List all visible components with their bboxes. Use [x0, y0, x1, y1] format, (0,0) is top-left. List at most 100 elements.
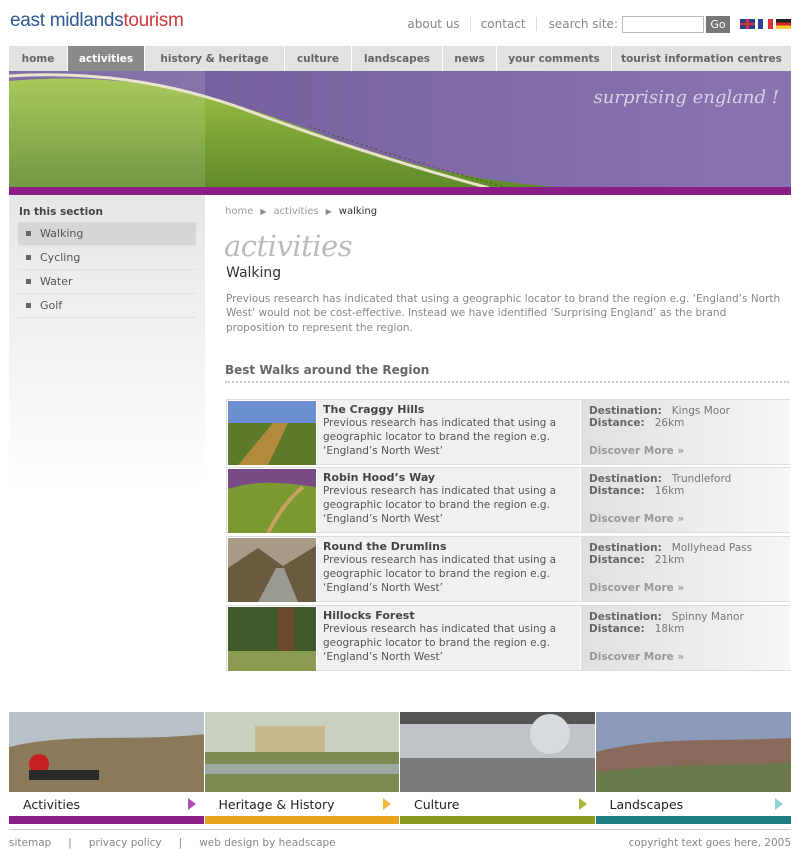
footer-privacy-link[interactable]: privacy policy — [89, 837, 179, 849]
arrow-right-icon — [187, 798, 196, 810]
footer-webdesign-link[interactable]: web design by headscape — [199, 837, 352, 849]
arrow-right-icon — [383, 798, 391, 810]
page: east midlandstourism about us contact se… — [0, 0, 801, 864]
double-chevron-icon: » — [677, 651, 685, 663]
destination-label: Destination: — [589, 473, 662, 485]
go-button[interactable]: Go — [706, 15, 730, 33]
tab-your-comments[interactable]: your comments — [497, 46, 612, 71]
card-image — [204, 712, 399, 792]
sidebar-item-water[interactable]: Water — [18, 270, 196, 294]
breadcrumb-arrow-icon: ▶ — [325, 207, 332, 216]
tab-landscapes[interactable]: landscapes — [352, 46, 443, 71]
card-label: Activities — [23, 796, 81, 812]
distance-value: 26km — [654, 417, 685, 429]
distance-label: Distance: — [589, 554, 645, 566]
sidebar-item-cycling[interactable]: Cycling — [18, 246, 196, 270]
germany-flag-icon[interactable] — [776, 19, 791, 29]
tab-history-heritage[interactable]: history & heritage — [145, 46, 285, 71]
walk-description: Previous research has indicated that usi… — [323, 554, 557, 594]
walk-thumbnail[interactable] — [228, 401, 316, 465]
footer-separator: | — [178, 836, 183, 849]
walk-thumbnail[interactable] — [228, 538, 316, 602]
walk-item: Round the Drumlins Previous research has… — [226, 536, 790, 602]
tab-tourist-information-centres[interactable]: tourist information centres — [612, 46, 791, 71]
destination-value: Kings Moor — [671, 405, 730, 417]
double-chevron-icon: » — [677, 582, 685, 594]
tab-activities[interactable]: activities — [68, 46, 145, 71]
card-label: Heritage & History — [218, 796, 335, 812]
category-cards: Activities Heritage & History Culture La… — [9, 712, 791, 824]
double-chevron-icon: » — [677, 513, 685, 525]
card-image — [400, 712, 595, 792]
card-culture[interactable]: Culture — [400, 712, 596, 824]
discover-more-label: Discover More — [589, 445, 674, 457]
card-landscapes[interactable]: Landscapes — [595, 712, 791, 824]
breadcrumb-home[interactable]: home — [225, 206, 253, 217]
discover-more-link[interactable]: Discover More » — [589, 445, 684, 457]
destination-label: Destination: — [589, 611, 662, 623]
breadcrumb-arrow-icon: ▶ — [260, 207, 267, 216]
walk-name[interactable]: Hillocks Forest — [323, 609, 580, 622]
distance-value: 16km — [654, 485, 685, 497]
footer-copyright: copyright text goes here, 2005 — [628, 836, 791, 849]
card-stripe — [204, 816, 399, 824]
card-label: Culture — [414, 796, 460, 812]
arrow-right-icon — [775, 798, 783, 810]
discover-more-link[interactable]: Discover More » — [589, 651, 684, 663]
france-flag-icon[interactable] — [758, 19, 773, 29]
walk-thumbnail[interactable] — [228, 607, 316, 671]
walk-description: Previous research has indicated that usi… — [323, 417, 557, 457]
tab-culture[interactable]: culture — [285, 46, 352, 71]
bullet-icon — [26, 279, 31, 284]
walk-description: Previous research has indicated that usi… — [323, 623, 557, 663]
sidebar-item-walking[interactable]: Walking — [18, 222, 196, 246]
card-stripe — [9, 816, 204, 824]
walk-name[interactable]: The Craggy Hills — [323, 403, 580, 416]
page-title: Walking — [226, 265, 282, 281]
destination-label: Destination: — [589, 405, 662, 417]
walk-item: Hillocks Forest Previous research has in… — [226, 605, 790, 671]
site-logo[interactable]: east midlandstourism — [10, 10, 184, 32]
distance-value: 21km — [654, 554, 685, 566]
discover-more-link[interactable]: Discover More » — [589, 582, 684, 594]
footer-sitemap-link[interactable]: sitemap — [9, 837, 68, 849]
intro-paragraph: Previous research has indicated that usi… — [226, 293, 781, 334]
walk-name[interactable]: Round the Drumlins — [323, 540, 580, 553]
card-activities[interactable]: Activities — [9, 712, 205, 824]
discover-more-link[interactable]: Discover More » — [589, 513, 684, 525]
logo-text-east-midlands: east midlands — [10, 10, 124, 31]
walk-name[interactable]: Robin Hood’s Way — [323, 471, 580, 484]
sidebar-item-label: Water — [40, 275, 73, 288]
walk-thumbnail[interactable] — [228, 469, 316, 533]
logo-text-tourism: tourism — [123, 10, 184, 31]
about-us-link[interactable]: about us — [397, 17, 471, 31]
destination-value: Spinny Manor — [671, 611, 744, 623]
uk-flag-icon[interactable] — [740, 19, 755, 29]
walk-item: The Craggy Hills Previous research has i… — [226, 399, 790, 465]
footer-separator: | — [68, 836, 72, 849]
search-label: search site: — [548, 17, 618, 31]
main-nav: home activities history & heritage cultu… — [9, 46, 791, 71]
card-image — [9, 712, 204, 792]
discover-more-label: Discover More — [589, 651, 674, 663]
card-image — [595, 712, 791, 792]
language-flags — [740, 19, 791, 29]
banner-tagline: surprising england ! — [593, 87, 779, 108]
breadcrumb-current: walking — [338, 206, 378, 217]
sidebar-item-golf[interactable]: Golf — [18, 294, 196, 318]
tab-news[interactable]: news — [443, 46, 497, 71]
search-input[interactable] — [622, 15, 704, 33]
card-heritage-history[interactable]: Heritage & History — [204, 712, 400, 824]
breadcrumb-activities[interactable]: activities — [274, 206, 319, 217]
contact-link[interactable]: contact — [471, 17, 537, 31]
arrow-right-icon — [578, 798, 587, 810]
destination-label: Destination: — [589, 542, 662, 554]
distance-label: Distance: — [589, 623, 645, 635]
destination-value: Trundleford — [671, 473, 732, 485]
distance-label: Distance: — [589, 417, 645, 429]
sidebar-item-label: Golf — [40, 299, 63, 312]
card-label: Landscapes — [609, 796, 684, 812]
breadcrumb: home ▶ activities ▶ walking — [225, 206, 377, 217]
discover-more-label: Discover More — [589, 582, 674, 594]
tab-home[interactable]: home — [9, 46, 68, 71]
